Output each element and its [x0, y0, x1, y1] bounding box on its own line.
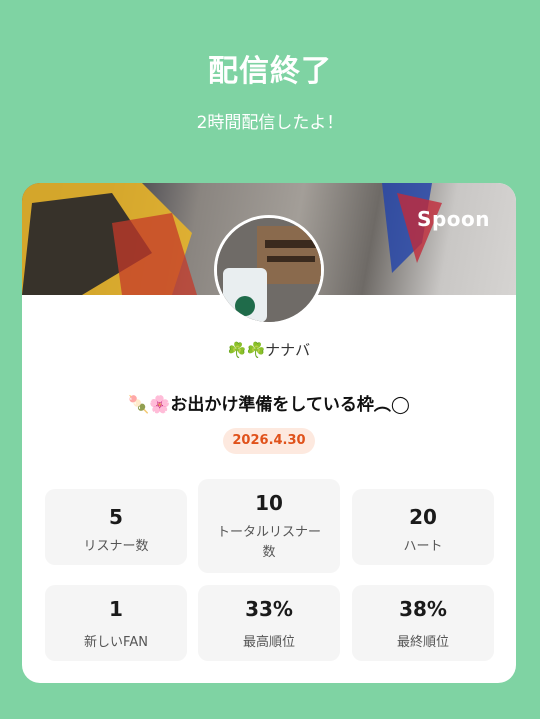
avatar [214, 215, 324, 325]
stat-highest-rank: 33% 最高順位 [198, 585, 340, 661]
stat-final-rank: 38% 最終順位 [352, 585, 494, 661]
stat-value: 38% [399, 597, 447, 621]
stat-label: 最終順位 [396, 635, 449, 650]
stream-summary-card: Spoon ☘️☘️ナナバ 🍡🌸お出かけ準備をしている枠︵◯ 2026.4.30… [22, 183, 516, 683]
stat-label: 新しいFAN [84, 635, 148, 650]
stat-value: 33% [245, 597, 293, 621]
stat-label: ハート [403, 539, 443, 554]
stat-label: 最高順位 [242, 635, 295, 650]
stat-listeners: 5 リスナー数 [45, 489, 187, 565]
stat-value: 10 [255, 491, 283, 515]
header-subtitle: 2時間配信したよ！ [196, 113, 344, 133]
spoon-logo: Spoon [417, 207, 490, 231]
date-badge: 2026.4.30 [223, 428, 315, 454]
stream-title: 🍡🌸お出かけ準備をしている枠︵◯ [128, 395, 410, 415]
stat-label: リスナー数 [83, 539, 149, 554]
stat-label: トータルリスナー数 [216, 525, 321, 560]
stat-value: 5 [109, 505, 123, 529]
header-title: 配信終了 [208, 54, 332, 89]
stat-new-fans: 1 新しいFAN [45, 585, 187, 661]
stat-value: 1 [109, 597, 123, 621]
stat-hearts: 20 ハート [352, 489, 494, 565]
username: ☘️☘️ナナバ [227, 341, 311, 359]
stat-total-listeners: 10 トータルリスナー数 [198, 479, 340, 573]
stat-value: 20 [409, 505, 437, 529]
